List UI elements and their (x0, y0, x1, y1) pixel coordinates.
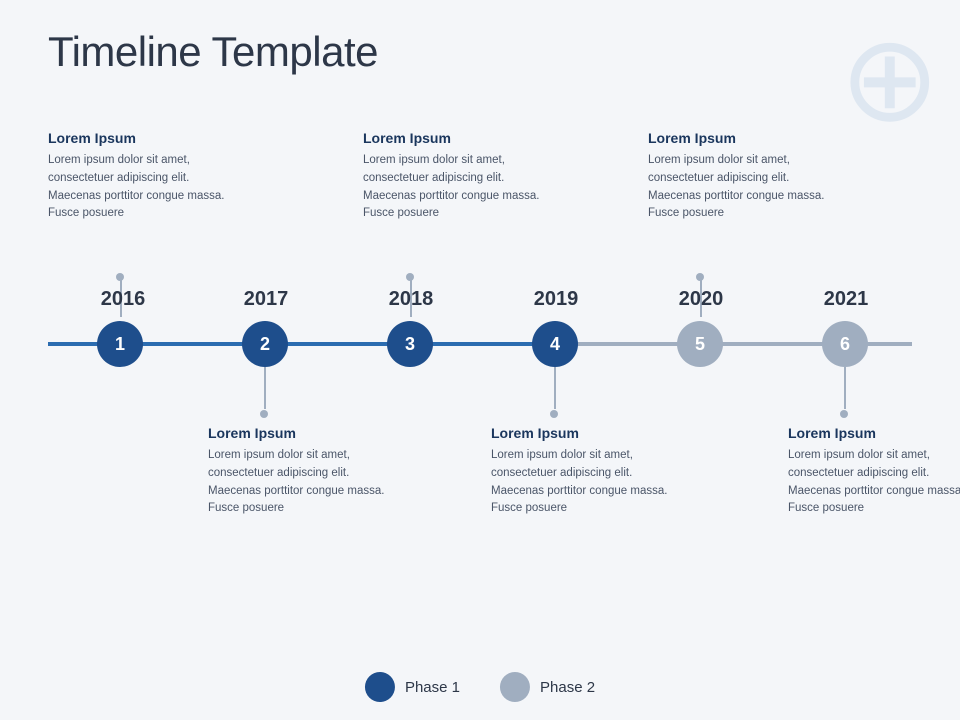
legend-dot-phase-1 (365, 672, 395, 702)
page-title: Timeline Template (48, 28, 378, 76)
top-card-1-body: Lorem ipsum dolor sit amet, consectetuer… (48, 152, 233, 223)
year-2018: 2018 (376, 288, 446, 311)
node-1: 1 (97, 321, 143, 367)
year-2016: 2016 (88, 288, 158, 311)
top-card-2-title: Lorem Ipsum (363, 130, 558, 146)
bottom-card-3-body: Lorem ipsum dolor sit amet, consectetuer… (788, 447, 960, 518)
top-card-1-title: Lorem Ipsum (48, 130, 233, 146)
legend-label-phase-1: Phase 1 (405, 679, 460, 696)
legend-phase-2: Phase 2 (500, 672, 595, 702)
connector-down-4 (554, 367, 556, 409)
node-2: 2 (242, 321, 288, 367)
timeline-line (48, 342, 912, 346)
legend-dot-phase-2 (500, 672, 530, 702)
dot-down-2 (260, 410, 268, 418)
bottom-card-2: Lorem Ipsum Lorem ipsum dolor sit amet, … (491, 425, 686, 518)
bottom-card-1-title: Lorem Ipsum (208, 425, 403, 441)
bottom-card-2-title: Lorem Ipsum (491, 425, 686, 441)
connector-down-2 (264, 367, 266, 409)
top-card-2: Lorem Ipsum Lorem ipsum dolor sit amet, … (363, 130, 558, 223)
timeline-wrapper: Lorem Ipsum Lorem ipsum dolor sit amet, … (48, 130, 912, 630)
year-2019: 2019 (521, 288, 591, 311)
connector-down-6 (844, 367, 846, 409)
legend-label-phase-2: Phase 2 (540, 679, 595, 696)
top-card-1: Lorem Ipsum Lorem ipsum dolor sit amet, … (48, 130, 233, 223)
node-6: 6 (822, 321, 868, 367)
top-card-3-body: Lorem ipsum dolor sit amet, consectetuer… (648, 152, 843, 223)
top-card-2-body: Lorem ipsum dolor sit amet, consectetuer… (363, 152, 558, 223)
node-3: 3 (387, 321, 433, 367)
node-4: 4 (532, 321, 578, 367)
dot-down-4 (550, 410, 558, 418)
legend-phase-1: Phase 1 (365, 672, 460, 702)
top-card-3: Lorem Ipsum Lorem ipsum dolor sit amet, … (648, 130, 843, 223)
bottom-card-1-body: Lorem ipsum dolor sit amet, consectetuer… (208, 447, 403, 518)
bottom-card-1: Lorem Ipsum Lorem ipsum dolor sit amet, … (208, 425, 403, 518)
deco-background-icon: ⊕ (839, 10, 940, 149)
year-2021: 2021 (811, 288, 881, 311)
dot-up-3 (406, 273, 414, 281)
legend: Phase 1 Phase 2 (365, 672, 595, 702)
dot-up-1 (116, 273, 124, 281)
dot-down-6 (840, 410, 848, 418)
bottom-card-3: Lorem Ipsum Lorem ipsum dolor sit amet, … (788, 425, 960, 518)
node-5: 5 (677, 321, 723, 367)
bottom-card-2-body: Lorem ipsum dolor sit amet, consectetuer… (491, 447, 686, 518)
bottom-card-3-title: Lorem Ipsum (788, 425, 960, 441)
year-2017: 2017 (231, 288, 301, 311)
dot-up-5 (696, 273, 704, 281)
year-2020: 2020 (666, 288, 736, 311)
top-card-3-title: Lorem Ipsum (648, 130, 843, 146)
